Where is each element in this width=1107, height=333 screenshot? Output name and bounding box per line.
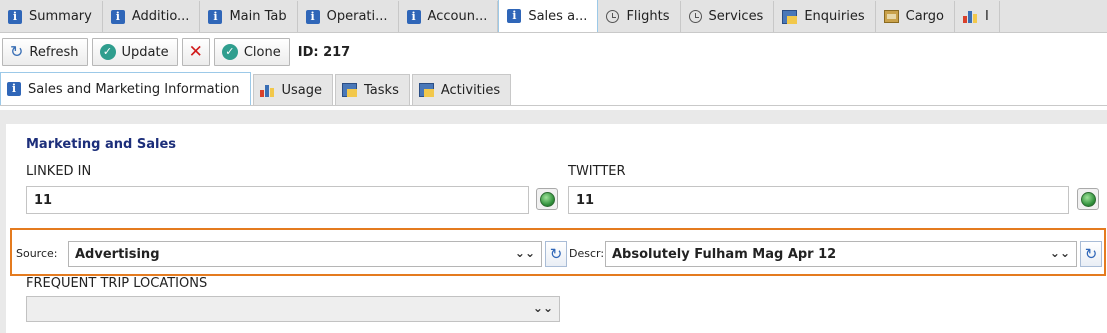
sub-tab-strip: i Sales and Marketing Information Usage T… <box>0 72 1107 106</box>
tab-label: Main Tab <box>229 9 287 24</box>
source-refresh-button[interactable]: ↻ <box>545 241 567 267</box>
tab-cargo[interactable]: Cargo <box>875 1 956 32</box>
linkedin-open-button[interactable] <box>536 188 558 210</box>
chevron-down-icon: ⌄⌄ <box>514 246 535 260</box>
descr-value: Absolutely Fulham Mag Apr 12 <box>612 247 837 262</box>
ledger-icon <box>782 9 798 24</box>
subtab-label: Sales and Marketing Information <box>28 81 240 97</box>
linkedin-input[interactable]: 11 <box>26 186 529 214</box>
frequent-trip-select[interactable]: ⌄⌄ <box>26 296 560 322</box>
tab-label: Sales a... <box>528 8 588 24</box>
tab-flights[interactable]: Flights <box>598 1 681 32</box>
chevron-down-icon: ⌄⌄ <box>532 301 553 315</box>
clone-button[interactable]: ✓ Clone <box>213 38 290 66</box>
section-title: Marketing and Sales <box>26 137 176 152</box>
panel-header-band <box>0 110 1107 124</box>
globe-icon <box>539 191 555 207</box>
subtab-activities[interactable]: Activities <box>411 74 512 105</box>
subtab-usage[interactable]: Usage <box>252 74 334 105</box>
update-label: Update <box>121 44 169 60</box>
tab-label: Services <box>708 9 764 24</box>
record-id: ID: 217 <box>297 44 351 60</box>
tab-label: Flights <box>626 9 670 24</box>
tab-label: Operati... <box>326 9 388 24</box>
twitter-label: TWITTER <box>568 164 626 179</box>
folder-icon <box>883 10 899 23</box>
frequent-trip-label: FREQUENT TRIP LOCATIONS <box>26 276 208 291</box>
info-icon: i <box>208 9 223 24</box>
tab-additional[interactable]: i Additio... <box>102 1 201 32</box>
descr-refresh-button[interactable]: ↻ <box>1080 241 1102 267</box>
refresh-icon: ↻ <box>1084 245 1098 263</box>
linkedin-label: LINKED IN <box>26 164 92 179</box>
clock-icon <box>606 10 620 23</box>
bar-chart-icon <box>963 10 978 23</box>
check-circle-icon: ✓ <box>99 44 116 60</box>
chevron-down-icon: ⌄⌄ <box>1049 246 1070 260</box>
tab-label: Summary <box>29 9 92 24</box>
subtab-label: Usage <box>281 82 323 98</box>
check-circle-icon: ✓ <box>221 44 238 60</box>
toolbar: ↻ Refresh ✓ Update ✕ ✓ Clone ID: 217 <box>0 36 350 68</box>
subtab-tasks[interactable]: Tasks <box>335 74 410 105</box>
descr-select[interactable]: Absolutely Fulham Mag Apr 12 ⌄⌄ <box>605 241 1077 267</box>
info-icon: i <box>7 82 21 96</box>
info-icon: i <box>8 9 22 24</box>
bar-chart-icon <box>259 84 275 97</box>
source-value: Advertising <box>75 247 160 262</box>
subtab-label: Activities <box>440 82 501 98</box>
twitter-input[interactable]: 11 <box>568 186 1069 214</box>
subtab-label: Tasks <box>364 82 399 98</box>
tab-services[interactable]: Services <box>680 1 775 32</box>
tab-main[interactable]: i Main Tab <box>200 1 298 32</box>
close-icon: ✕ <box>188 42 203 62</box>
refresh-icon: ↻ <box>549 245 563 263</box>
globe-icon <box>1080 191 1096 207</box>
ledger-icon <box>418 83 434 97</box>
tab-label: Additio... <box>131 9 190 24</box>
tab-accounts[interactable]: i Accoun... <box>398 1 499 32</box>
clock-icon <box>688 10 702 23</box>
tab-sales-and-marketing[interactable]: i Sales a... <box>498 0 599 32</box>
refresh-label: Refresh <box>29 44 79 60</box>
descr-label: Descr: <box>569 247 605 260</box>
ledger-icon <box>342 83 358 97</box>
tab-operations[interactable]: i Operati... <box>297 1 399 32</box>
tab-label: I <box>985 9 989 24</box>
source-select[interactable]: Advertising ⌄⌄ <box>68 241 542 267</box>
source-label: Source: <box>16 247 58 260</box>
top-tab-strip: i Summary i Additio... i Main Tab i Operati.… <box>0 0 1107 33</box>
tab-overflow[interactable]: I <box>955 1 1000 32</box>
clone-label: Clone <box>243 44 281 60</box>
tab-label: Cargo <box>905 9 945 24</box>
tab-label: Accoun... <box>427 9 488 24</box>
info-icon: i <box>507 9 522 23</box>
info-icon: i <box>406 9 421 24</box>
update-button[interactable]: ✓ Update <box>91 38 178 66</box>
twitter-open-button[interactable] <box>1077 188 1099 210</box>
info-icon: i <box>305 9 320 24</box>
tab-enquiries[interactable]: Enquiries <box>774 1 876 32</box>
info-icon: i <box>110 9 125 24</box>
refresh-icon: ↻ <box>10 42 24 61</box>
tab-label: Enquiries <box>804 9 865 24</box>
delete-button[interactable]: ✕ <box>181 38 210 66</box>
tab-summary[interactable]: i Summary <box>0 1 103 32</box>
refresh-button[interactable]: ↻ Refresh <box>2 38 88 66</box>
subtab-sales-and-marketing-information[interactable]: i Sales and Marketing Information <box>0 72 251 105</box>
